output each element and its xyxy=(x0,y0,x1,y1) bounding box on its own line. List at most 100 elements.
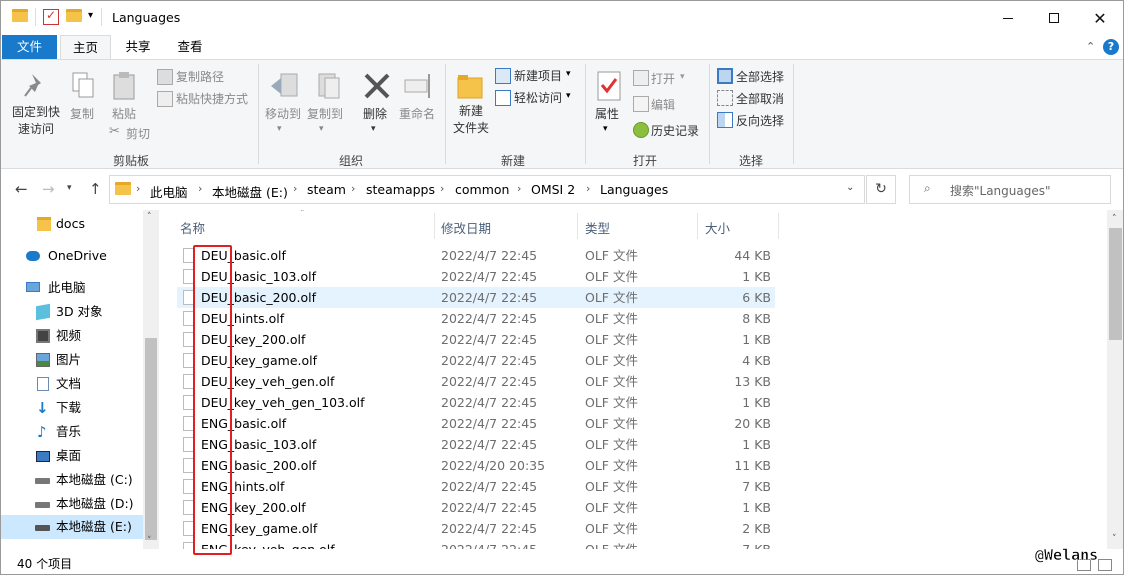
select-none-button[interactable]: 全部取消 xyxy=(736,90,784,107)
paste-button[interactable]: 粘贴 xyxy=(112,105,136,122)
nav-item-desktop[interactable]: 桌面 xyxy=(1,444,143,468)
table-row[interactable]: DEU_basic_200.olf 2022/4/7 22:45 OLF 文件 6 K… xyxy=(177,287,775,308)
tab-file[interactable]: 文件 xyxy=(2,35,57,59)
new-folder-icon[interactable] xyxy=(66,9,82,25)
crumb-common[interactable]: common xyxy=(455,182,509,197)
table-row[interactable]: DEU_key_veh_gen_103.olf 2022/4/7 22:45 OLF… xyxy=(177,392,775,413)
crumb-this-pc[interactable]: 此电脑 xyxy=(150,182,188,201)
column-divider[interactable] xyxy=(778,213,779,239)
column-divider[interactable] xyxy=(577,213,578,239)
nav-item-drive-e[interactable]: 本地磁盘 (E:) xyxy=(1,515,143,539)
table-row[interactable]: ENG_key_200.olf 2022/4/7 22:45 OLF 文件 1 KB xyxy=(177,497,775,518)
chevron-right-icon[interactable]: › xyxy=(586,182,590,195)
copy-button[interactable]: 复制 xyxy=(70,105,94,122)
nav-item-3d-objects[interactable]: 3D 对象 xyxy=(1,300,143,324)
nav-item-onedrive[interactable]: OneDrive xyxy=(1,244,143,268)
nav-item-docs[interactable]: docs xyxy=(1,212,143,236)
table-row[interactable]: ENG_key_game.olf 2022/4/7 22:45 OLF 文件 2 KB xyxy=(177,518,775,539)
nav-item-videos[interactable]: 视频 xyxy=(1,324,143,348)
scroll-thumb[interactable] xyxy=(145,338,157,540)
collapse-ribbon-icon[interactable]: ⌃ xyxy=(1086,40,1095,53)
nav-item-this-pc[interactable]: 此电脑 xyxy=(1,276,143,300)
crumb-languages[interactable]: Languages xyxy=(600,182,668,197)
rename-button[interactable]: 重命名 xyxy=(399,105,435,122)
chevron-right-icon[interactable]: › xyxy=(351,182,355,195)
recent-locations-icon[interactable]: ▾ xyxy=(67,183,72,193)
large-icons-view-icon[interactable] xyxy=(1098,559,1112,571)
customize-qat-icon[interactable]: ▾ xyxy=(88,10,93,21)
properties-icon[interactable]: ✓ xyxy=(43,8,59,25)
edit-button[interactable]: 编辑 xyxy=(651,96,675,113)
select-all-button[interactable]: 全部选择 xyxy=(736,68,784,85)
chevron-right-icon[interactable]: › xyxy=(136,182,140,195)
back-icon[interactable]: ← xyxy=(15,180,28,198)
invert-selection-button[interactable]: 反向选择 xyxy=(736,112,784,129)
column-name[interactable]: 名称 xyxy=(180,218,205,237)
table-row[interactable]: ENG_basic_103.olf 2022/4/7 22:45 OLF 文件 1 K… xyxy=(177,434,775,455)
table-row[interactable]: ENG_hints.olf 2022/4/7 22:45 OLF 文件 7 KB xyxy=(177,476,775,497)
chevron-right-icon[interactable]: › xyxy=(440,182,444,195)
move-to-button[interactable]: 移动到 xyxy=(265,105,301,122)
scroll-down-icon[interactable]: ˅ xyxy=(1112,534,1117,544)
table-row[interactable]: ENG_basic.olf 2022/4/7 22:45 OLF 文件 20 KB xyxy=(177,413,775,434)
column-size[interactable]: 大小 xyxy=(705,218,730,237)
help-icon[interactable]: ? xyxy=(1103,39,1119,55)
nav-item-drive-d[interactable]: 本地磁盘 (D:) xyxy=(1,492,143,516)
nav-scrollbar[interactable]: ˄ ˅ xyxy=(143,210,159,549)
history-button[interactable]: 历史记录 xyxy=(651,122,699,139)
column-divider[interactable] xyxy=(697,213,698,239)
nav-item-documents[interactable]: 文档 xyxy=(1,372,143,396)
nav-item-downloads[interactable]: ↓ 下载 xyxy=(1,396,143,420)
crumb-omsi2[interactable]: OMSI 2 xyxy=(531,182,575,197)
close-button[interactable]: ✕ xyxy=(1077,1,1123,35)
table-row[interactable]: ENG_basic_200.olf 2022/4/20 20:35 OLF 文件 11… xyxy=(177,455,775,476)
scroll-thumb[interactable] xyxy=(1109,228,1122,340)
tab-share[interactable]: 共享 xyxy=(115,35,161,59)
file-list-scrollbar[interactable]: ˄ ˅ xyxy=(1107,210,1123,549)
search-input[interactable]: ⌕ 搜索"Languages" xyxy=(909,175,1111,204)
table-row[interactable]: DEU_hints.olf 2022/4/7 22:45 OLF 文件 8 KB xyxy=(177,308,775,329)
tab-home[interactable]: 主页 xyxy=(60,35,111,60)
copy-to-button[interactable]: 复制到 xyxy=(307,105,343,122)
pin-to-quick-access-button[interactable]: 固定到快 速访问 xyxy=(10,104,62,138)
nav-item-drive-c[interactable]: 本地磁盘 (C:) xyxy=(1,468,143,492)
chevron-right-icon[interactable]: › xyxy=(517,182,521,195)
new-item-button[interactable]: 新建项目 xyxy=(514,67,562,84)
forward-icon[interactable]: → xyxy=(42,180,55,198)
column-date[interactable]: 修改日期 xyxy=(441,218,491,237)
minimize-button[interactable] xyxy=(985,1,1031,35)
table-row[interactable]: DEU_key_200.olf 2022/4/7 22:45 OLF 文件 1 KB xyxy=(177,329,775,350)
crumb-steamapps[interactable]: steamapps xyxy=(366,182,435,197)
table-row[interactable]: DEU_basic_103.olf 2022/4/7 22:45 OLF 文件 1 K… xyxy=(177,266,775,287)
nav-item-music[interactable]: ♪ 音乐 xyxy=(1,420,143,444)
select-none-icon xyxy=(717,90,733,106)
new-folder-button[interactable]: 新建 文件夹 xyxy=(451,103,491,137)
column-divider[interactable] xyxy=(434,213,435,239)
refresh-icon[interactable]: ↻ xyxy=(866,175,896,204)
copy-path-button[interactable]: 复制路径 xyxy=(176,68,224,85)
scroll-down-icon[interactable]: ˅ xyxy=(147,536,152,546)
address-bar[interactable]: › 此电脑 › 本地磁盘 (E:) › steam › steamapps › … xyxy=(109,175,865,204)
cut-button[interactable]: 剪切 xyxy=(126,125,150,142)
address-dropdown-icon[interactable]: ⌄ xyxy=(846,182,854,193)
table-row[interactable]: ENG_key_veh_gen.olf2022/4/7 22:45OLF 文件7… xyxy=(177,539,775,549)
table-row[interactable]: DEU_key_veh_gen.olf 2022/4/7 22:45 OLF 文件 1… xyxy=(177,371,775,392)
table-row[interactable]: DEU_key_game.olf 2022/4/7 22:45 OLF 文件 4 KB xyxy=(177,350,775,371)
paste-shortcut-button[interactable]: 粘贴快捷方式 xyxy=(176,90,248,107)
crumb-drive-e[interactable]: 本地磁盘 (E:) xyxy=(212,182,288,201)
up-icon[interactable]: ↑ xyxy=(89,180,102,198)
properties-button[interactable]: 属性 xyxy=(595,105,619,122)
delete-button[interactable]: 删除 xyxy=(363,105,387,122)
easy-access-button[interactable]: 轻松访问 xyxy=(514,89,562,106)
crumb-steam[interactable]: steam xyxy=(307,182,346,197)
scroll-up-icon[interactable]: ˄ xyxy=(1112,214,1117,224)
table-row[interactable]: DEU_basic.olf 2022/4/7 22:45 OLF 文件 44 KB xyxy=(177,245,775,266)
chevron-right-icon[interactable]: › xyxy=(293,182,297,195)
open-button[interactable]: 打开 xyxy=(651,70,675,87)
tab-view[interactable]: 查看 xyxy=(167,35,213,59)
chevron-right-icon[interactable]: › xyxy=(198,182,202,195)
column-type[interactable]: 类型 xyxy=(585,218,610,237)
nav-item-pictures[interactable]: 图片 xyxy=(1,348,143,372)
maximize-button[interactable] xyxy=(1031,1,1077,35)
scroll-up-icon[interactable]: ˄ xyxy=(147,212,152,222)
